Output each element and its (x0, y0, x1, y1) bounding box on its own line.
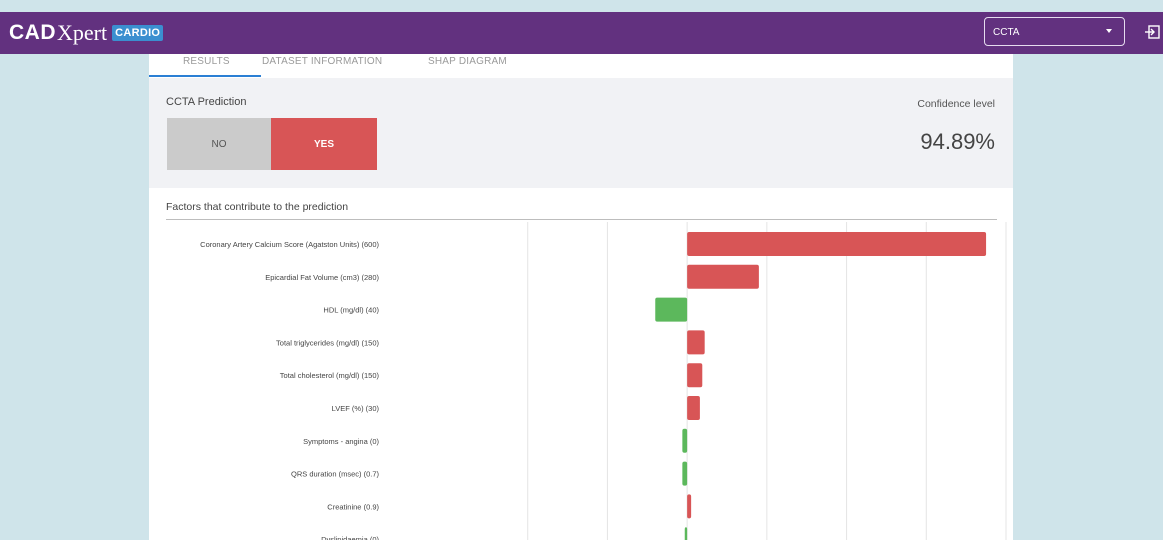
chart-bar (687, 494, 692, 519)
chart-bar (687, 330, 705, 355)
chart-bar (687, 396, 700, 420)
logout-icon[interactable] (1145, 22, 1161, 42)
chart-category-label: HDL (mg/dl) (40) (323, 306, 379, 315)
chart-category-label: Coronary Artery Calcium Score (Agatston … (200, 240, 379, 249)
factors-bar-chart: Coronary Artery Calcium Score (Agatston … (200, 222, 1007, 540)
results-card: RESULTS DATASET INFORMATION SHAP DIAGRAM… (149, 54, 1013, 540)
model-select-value: CCTA (993, 27, 1020, 38)
chart-bar (687, 363, 703, 388)
chart-category-label: Total triglycerides (mg/dl) (150) (276, 338, 379, 347)
chart-category-label: Total cholesterol (mg/dl) (150) (280, 371, 380, 380)
chart-bar (682, 428, 688, 453)
chart-category-label: Dyslipidaemia (0) (321, 535, 379, 540)
top-app-bar: CAD Xpert CARDIO CCTA (0, 12, 1163, 54)
chart-bar (682, 461, 688, 486)
chart-bar (687, 232, 987, 256)
chart-category-label: LVEF (%) (30) (332, 404, 380, 413)
chevron-down-icon (1106, 29, 1112, 33)
logo-cad-text: CAD (9, 21, 56, 44)
logo-cardio-badge: CARDIO (112, 25, 164, 41)
model-select[interactable]: CCTA (984, 17, 1125, 46)
logo-xpert-text: Xpert (57, 20, 108, 45)
chart-bar (655, 297, 688, 322)
chart-category-label: Creatinine (0.9) (327, 502, 379, 511)
app-logo: CAD Xpert CARDIO (9, 20, 164, 46)
chart-category-label: Symptoms - angina (0) (303, 437, 379, 446)
chart-bar (684, 527, 688, 540)
chart-category-label: QRS duration (msec) (0.7) (291, 470, 379, 479)
chart-bar (687, 264, 759, 289)
chart-category-label: Epicardial Fat Volume (cm3) (280) (265, 273, 379, 282)
